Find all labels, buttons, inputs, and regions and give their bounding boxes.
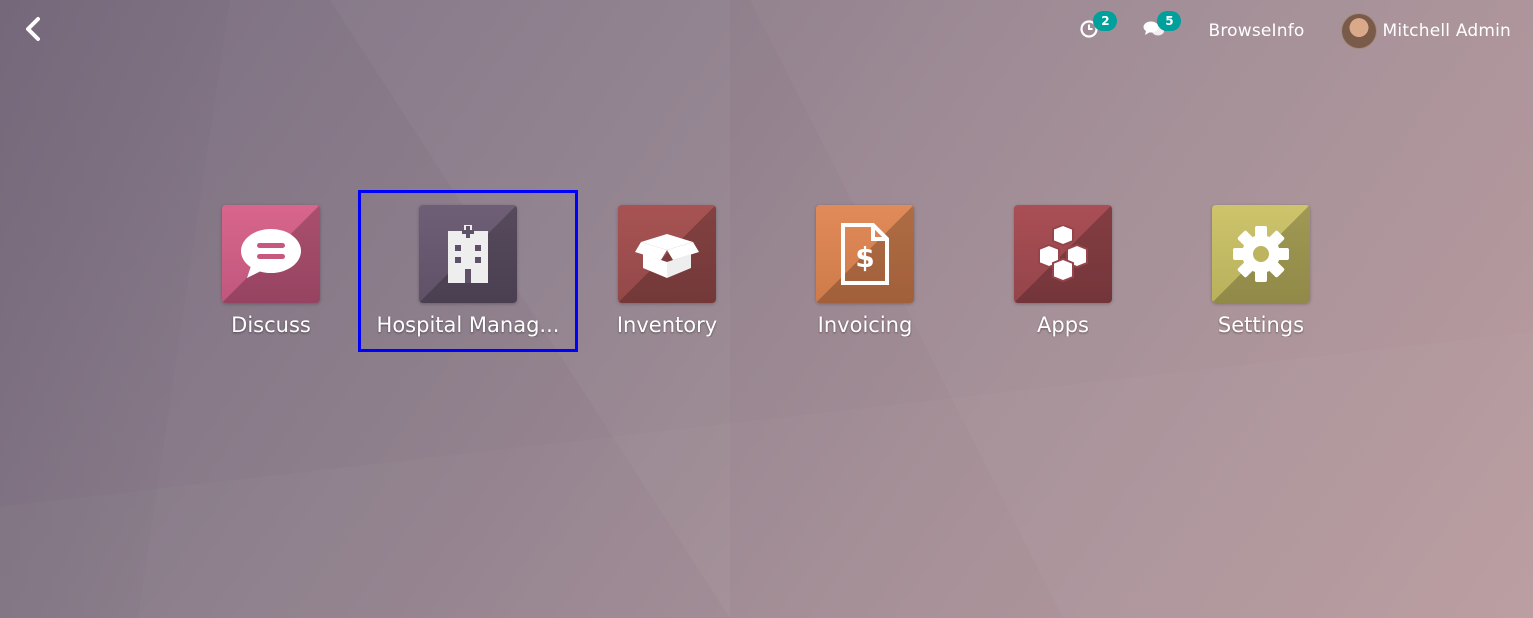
- app-label: Hospital Manag...: [376, 313, 560, 337]
- app-label: Settings: [1217, 313, 1305, 337]
- app-label: Inventory: [616, 313, 718, 337]
- app-inventory[interactable]: Inventory: [557, 190, 777, 352]
- app-discuss[interactable]: Discuss: [161, 190, 381, 352]
- invoice-icon: $: [816, 205, 914, 303]
- svg-text:$: $: [855, 241, 874, 274]
- app-label: Discuss: [231, 313, 311, 337]
- systray: 2 5 BrowseInfo Mitchell Admin: [1079, 11, 1511, 50]
- message-count-badge: 5: [1157, 11, 1182, 31]
- app-label: Invoicing: [817, 313, 913, 337]
- app-label: Apps: [1037, 313, 1089, 337]
- back-button[interactable]: [18, 16, 48, 46]
- app-apps[interactable]: Apps: [953, 190, 1173, 352]
- avatar: [1340, 13, 1377, 49]
- discuss-icon: [222, 205, 320, 303]
- cubes-icon: [1014, 205, 1112, 303]
- messages-menu[interactable]: 5: [1143, 11, 1182, 43]
- activity-menu[interactable]: 2: [1079, 11, 1118, 43]
- app-settings[interactable]: Settings: [1151, 190, 1371, 352]
- user-name: Mitchell Admin: [1382, 21, 1511, 41]
- hospital-icon: [419, 205, 517, 303]
- top-bar: 2 5 BrowseInfo Mitchell Admin: [0, 0, 1533, 62]
- gear-icon: [1212, 205, 1310, 303]
- app-hospital-management[interactable]: Hospital Manag...: [358, 190, 578, 352]
- company-switcher[interactable]: BrowseInfo: [1208, 21, 1304, 41]
- activity-count-badge: 2: [1093, 11, 1118, 31]
- app-invoicing[interactable]: $ Invoicing: [755, 190, 975, 352]
- chevron-left-icon: [24, 16, 42, 46]
- box-icon: [618, 205, 716, 303]
- user-menu[interactable]: Mitchell Admin: [1340, 13, 1511, 49]
